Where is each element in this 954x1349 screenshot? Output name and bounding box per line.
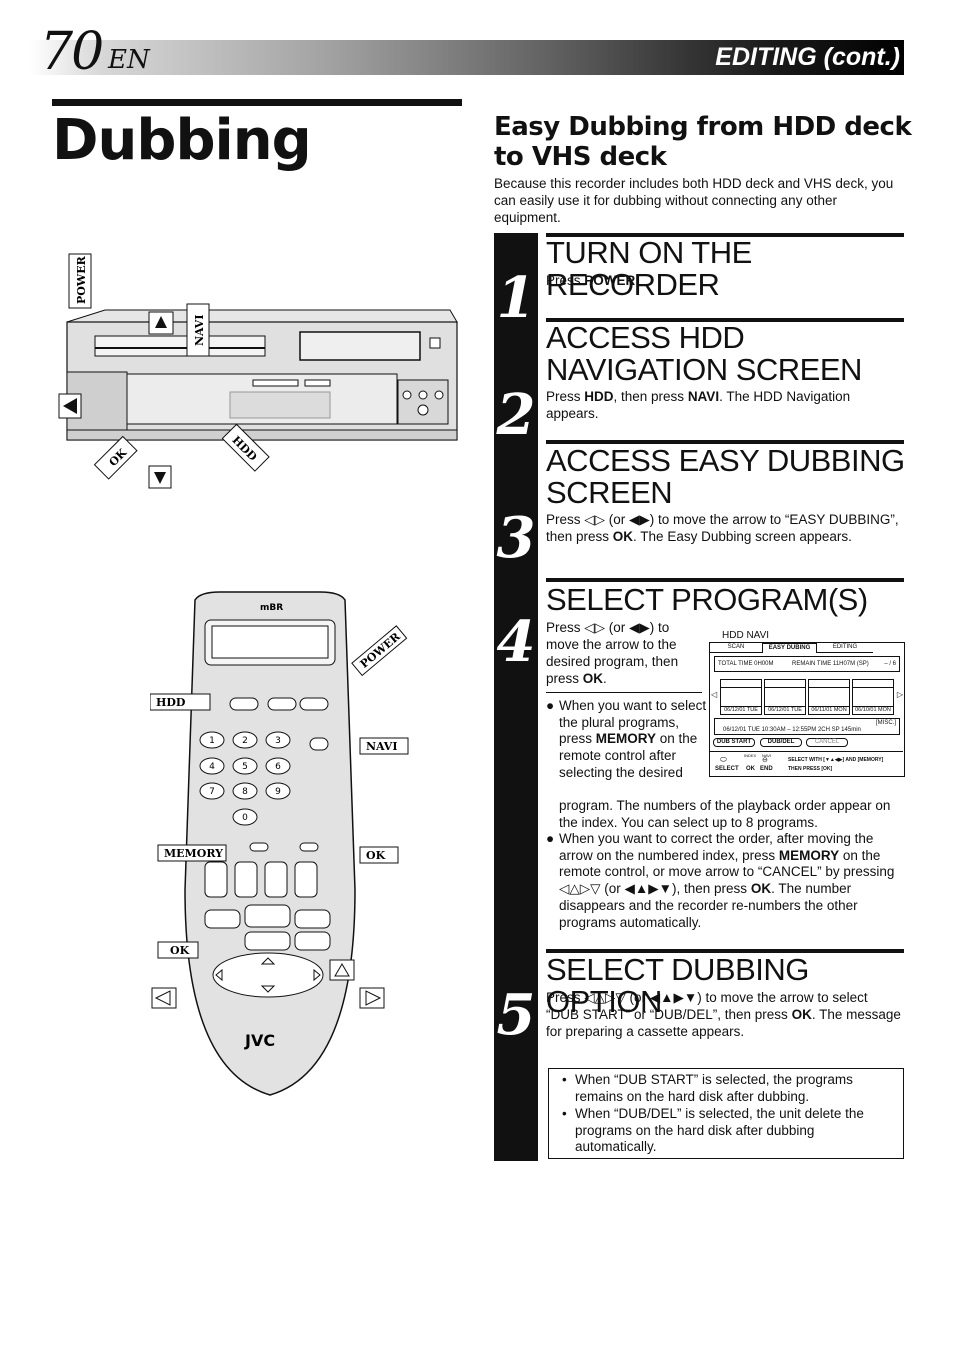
navi-info-box: [MISC.] 06/12/01 TUE 10:30AM – 12:55PM 2…: [714, 718, 900, 735]
step-4-bullet-1a: ● When you want to select the plural pro…: [546, 698, 707, 780]
vcr-front-panel-illustration: POWER NAVI OK HDD: [58, 253, 458, 489]
page-number: 70: [40, 22, 104, 82]
navi-thumbnail[interactable]: 06/10/01 MON: [852, 679, 894, 715]
page-title: Dubbing: [52, 108, 312, 173]
remote-body: [184, 591, 356, 1096]
fast-forward-button[interactable]: [294, 909, 331, 929]
rewind-button[interactable]: [204, 909, 241, 929]
power-button[interactable]: [299, 697, 329, 711]
navi-callout-label: NAVI: [193, 315, 206, 346]
section-title: EDITING (cont.): [715, 43, 900, 71]
remote-brand: JVC: [244, 1031, 275, 1050]
svg-text:MEMORY: MEMORY: [164, 847, 223, 860]
vcr-body: [66, 309, 458, 441]
bullet-dot: ●: [546, 698, 555, 713]
step-number-1: 1: [496, 265, 536, 331]
step-number-2: 2: [496, 382, 536, 448]
intro-text: Because this recorder includes both HDD …: [494, 176, 894, 225]
step-4-bullet-1b: program. The numbers of the playback ord…: [559, 798, 891, 830]
keypad-label: 7: [209, 787, 215, 797]
svg-text:NAVI: NAVI: [366, 740, 397, 753]
rocker-4[interactable]: [294, 861, 318, 898]
pause-button[interactable]: [294, 931, 331, 951]
title-rule: [52, 99, 462, 106]
step-4-heading: SELECT PROGRAM(S): [546, 582, 868, 617]
stop-button[interactable]: [244, 931, 291, 951]
direction-pad[interactable]: [212, 952, 324, 998]
select-pad-icon: ⬭: [720, 755, 727, 764]
volume-rocker[interactable]: [204, 861, 228, 898]
svg-text:POWER: POWER: [358, 630, 404, 671]
keypad-label: 8: [242, 787, 248, 797]
navi-left-arrow-icon[interactable]: ◁: [711, 691, 717, 699]
rocker-3[interactable]: [264, 861, 288, 898]
dub-del-button[interactable]: DUB/DEL: [760, 738, 802, 747]
subsection-title: Easy Dubbing from HDD deck to VHS deck: [494, 112, 912, 172]
vcr-button[interactable]: [267, 697, 297, 711]
navi-button[interactable]: [309, 737, 329, 751]
note-item: • When “DUB START” is selected, the progr…: [562, 1072, 853, 1104]
svg-text:OK: OK: [170, 944, 190, 957]
navi-tab-easy-dubbing[interactable]: EASY DUBING: [762, 643, 817, 653]
power-callout-label: POWER: [75, 255, 88, 304]
step-3-heading: ACCESS EASY DUBBING SCREEN: [546, 443, 905, 510]
navi-thumbnail[interactable]: 06/12/01 TUE: [720, 679, 762, 715]
up-remote-callout: [329, 959, 355, 981]
keypad-label: 4: [209, 762, 215, 772]
navi-thumbnail[interactable]: 06/12/01 TUE: [764, 679, 806, 715]
hdd-navi-screen: SCAN EASY DUBING EDITING TOTAL TIME 0H00…: [709, 642, 905, 777]
keypad-label: 1: [209, 736, 215, 746]
step-1-heading: TURN ON THE RECORDER: [546, 235, 752, 302]
remote-control-illustration: mBR 1 2 3 4 5 6 7 8 9 0 JVC HDD NAVI MEM…: [150, 591, 409, 1096]
dubbing-notes-box: • When “DUB START” is selected, the progr…: [548, 1068, 904, 1159]
step-number-3: 3: [496, 505, 536, 571]
step-number-5: 5: [496, 982, 536, 1048]
dub-start-button[interactable]: DUB START: [713, 738, 755, 747]
step-4-text: Press ◁▷ (or ◀▶) to move the arrow to th…: [546, 620, 679, 686]
end-icon: ⊖: [762, 757, 768, 764]
play-button[interactable]: [244, 904, 291, 928]
note-item: • When “DUB/DEL” is selected, the unit de…: [562, 1106, 864, 1155]
keypad-label: 6: [275, 762, 281, 772]
navi-thumbnail[interactable]: 06/11/01 MON: [808, 679, 850, 715]
remote-logo: mBR: [260, 603, 283, 613]
hdd-button[interactable]: [229, 697, 259, 711]
step-4-bullet-2: ● When you want to correct the order, af…: [546, 831, 895, 930]
navi-tab-scan[interactable]: SCAN: [710, 643, 762, 653]
page-language: EN: [108, 45, 150, 75]
navi-right-arrow-icon[interactable]: ▷: [897, 691, 903, 699]
svg-text:HDD: HDD: [156, 696, 186, 709]
step-1-text: Press POWER.: [546, 273, 640, 288]
step-4-divider: [546, 692, 702, 693]
step-number-4: 4: [496, 609, 536, 675]
step-2-heading: ACCESS HDD NAVIGATION SCREEN: [546, 320, 862, 387]
step-2-text: Press HDD, then press NAVI. The HDD Navi…: [546, 389, 851, 421]
svg-text:OK: OK: [366, 849, 386, 862]
navi-status-box: TOTAL TIME 0H00M REMAIN TIME 11H07M (SP)…: [714, 656, 900, 672]
navi-tab-editing[interactable]: EDITING: [817, 643, 873, 653]
keypad-label: 3: [275, 736, 281, 746]
keypad-label: 2: [242, 736, 248, 746]
cancel-button[interactable]: CANCEL: [806, 738, 848, 747]
navi-footer-rule: [710, 751, 903, 752]
step-5-text: Press ◁△▷▽ (or ◀▲▶▼) to move the arrow t…: [546, 990, 901, 1039]
channel-rocker[interactable]: [234, 861, 258, 898]
ok-button[interactable]: [299, 842, 319, 852]
bullet-dot: ●: [546, 831, 555, 846]
keypad-label: 9: [275, 787, 281, 797]
navi-screen-label: HDD NAVI: [722, 630, 770, 641]
keypad-label: 0: [242, 813, 248, 823]
memory-button[interactable]: [249, 842, 269, 852]
keypad-label: 5: [242, 762, 248, 772]
step-3-text: Press ◁▷ (or ◀▶) to move the arrow to “E…: [546, 512, 899, 544]
